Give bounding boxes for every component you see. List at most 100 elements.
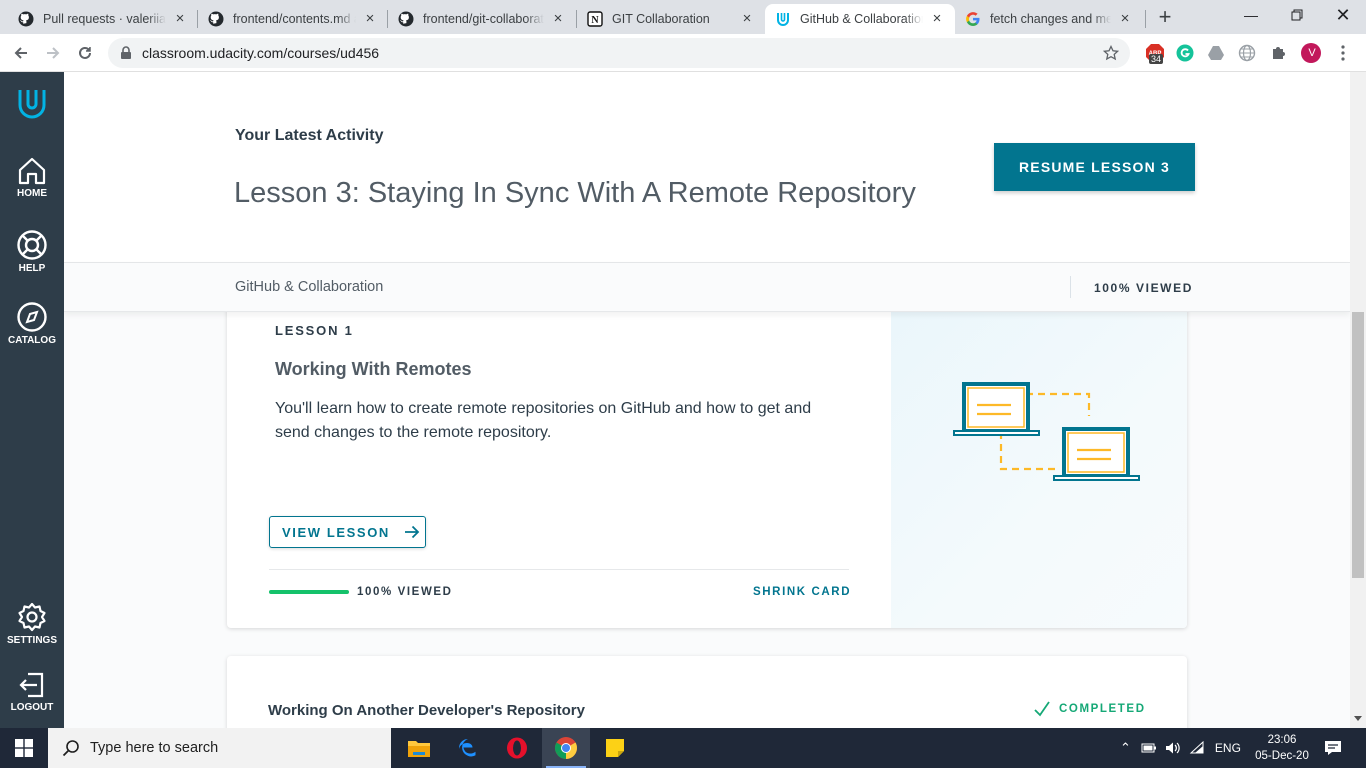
lesson-viewed-status: 100% VIEWED: [357, 586, 453, 598]
restore-icon[interactable]: [1274, 0, 1320, 32]
browser-tab[interactable]: frontend/git-collaborati ×: [388, 4, 576, 34]
windows-logo-icon: [15, 739, 33, 757]
reload-icon: [79, 46, 91, 59]
extensions-puzzle-icon[interactable]: [1269, 43, 1289, 63]
compass-icon: [17, 302, 47, 332]
browser-tab[interactable]: N GIT Collaboration ×: [577, 4, 765, 34]
sidebar-item-label: HELP: [18, 263, 46, 274]
notifications-icon[interactable]: [1324, 728, 1342, 768]
language-indicator[interactable]: ENG: [1215, 741, 1241, 755]
close-tab-icon[interactable]: ×: [929, 11, 945, 27]
close-tab-icon[interactable]: ×: [362, 11, 378, 27]
close-tab-icon[interactable]: ×: [550, 11, 566, 27]
chrome-icon[interactable]: [542, 728, 590, 768]
sidebar-item-label: SETTINGS: [6, 635, 57, 646]
volume-icon[interactable]: [1165, 741, 1181, 755]
browser-tab[interactable]: fetch changes and merg ×: [955, 4, 1143, 34]
globe-extension-icon[interactable]: [1237, 43, 1257, 63]
clock[interactable]: 23:06 05-Dec-20: [1250, 728, 1314, 768]
course-name: GitHub & Collaboration: [235, 279, 384, 295]
checkmark-icon: [1034, 701, 1050, 717]
search-placeholder: Type here to search: [90, 740, 219, 756]
adblock-extension-icon[interactable]: ABP 34: [1145, 43, 1165, 64]
opera-icon[interactable]: [493, 728, 541, 768]
sidebar-item-home[interactable]: HOME: [0, 156, 64, 199]
new-tab-button[interactable]: +: [1152, 6, 1178, 30]
sidebar-item-label: LOGOUT: [10, 702, 54, 713]
browser-tab-active[interactable]: GitHub & Collaboration ×: [765, 4, 955, 34]
minimize-icon[interactable]: —: [1228, 0, 1274, 32]
sidebar-item-label: HOME: [17, 188, 47, 199]
svg-text:N: N: [591, 15, 599, 26]
tab-title: frontend/git-collaborati: [423, 12, 544, 26]
browser-tab-strip: Pull requests · valeriiahr × frontend/co…: [0, 0, 1366, 34]
sidebar-item-logout[interactable]: LOGOUT: [0, 670, 64, 713]
udacity-icon: [775, 11, 791, 27]
grammarly-extension-icon[interactable]: [1175, 43, 1195, 63]
profile-avatar[interactable]: V: [1301, 43, 1321, 63]
start-button[interactable]: [0, 728, 48, 768]
profile-initial: V: [1308, 47, 1316, 59]
chevron-up-icon[interactable]: ⌃: [1120, 740, 1131, 756]
completed-label: COMPLETED: [1059, 703, 1146, 715]
resume-lesson-button[interactable]: RESUME LESSON 3: [994, 143, 1195, 191]
reload-button[interactable]: [72, 40, 98, 66]
notion-icon: N: [587, 11, 603, 27]
course-progress-bar: GitHub & Collaboration 100% VIEWED: [64, 263, 1350, 312]
sidebar-item-catalog[interactable]: CATALOG: [0, 301, 64, 346]
url-text: classroom.udacity.com/courses/ud456: [142, 45, 380, 61]
back-arrow-icon: [14, 47, 27, 59]
wifi-icon[interactable]: [1189, 741, 1205, 755]
shrink-card-button[interactable]: SHRINK CARD: [753, 586, 851, 598]
home-icon: [18, 157, 46, 185]
sticky-notes-icon[interactable]: [591, 728, 639, 768]
close-window-icon[interactable]: ✕: [1320, 0, 1366, 32]
browser-tab[interactable]: frontend/contents.md at ×: [198, 4, 388, 34]
udacity-sidebar: HOME HELP CATALOG SETTINGS LOGOUT: [0, 72, 64, 728]
logout-icon: [19, 672, 44, 698]
lesson-progress-fill: [269, 590, 349, 594]
close-tab-icon[interactable]: ×: [1117, 11, 1133, 27]
github-icon: [18, 11, 34, 27]
address-bar[interactable]: classroom.udacity.com/courses/ud456: [108, 38, 1130, 68]
divider: [1070, 276, 1071, 298]
tab-title: Pull requests · valeriiahr: [43, 12, 166, 26]
lesson-description: You'll learn how to create remote reposi…: [275, 400, 812, 441]
github-icon: [208, 11, 224, 27]
browser-menu-icon[interactable]: [1333, 43, 1353, 63]
sidebar-item-settings[interactable]: SETTINGS: [0, 601, 64, 646]
taskbar-search-box[interactable]: Type here to search: [48, 728, 391, 768]
extension-badge: 34: [1149, 54, 1164, 64]
forward-button[interactable]: [40, 40, 66, 66]
back-button[interactable]: [8, 40, 34, 66]
udacity-logo[interactable]: [0, 86, 64, 122]
close-tab-icon[interactable]: ×: [172, 11, 188, 27]
scroll-down-arrow-icon[interactable]: [1352, 714, 1364, 724]
lesson-title: Working With Remotes: [275, 359, 472, 379]
clock-date: 05-Dec-20: [1255, 750, 1309, 762]
tab-title: GIT Collaboration: [612, 12, 710, 26]
lesson-card: LESSON 1 Working With Remotes You'll lea…: [227, 294, 1187, 628]
bookmark-star-icon[interactable]: [1103, 45, 1119, 61]
lesson-number: LESSON 1: [275, 323, 354, 338]
gear-icon: [18, 602, 46, 632]
laptops-sync-illustration: [953, 382, 1140, 481]
drive-extension-icon[interactable]: [1206, 43, 1226, 63]
browser-toolbar: classroom.udacity.com/courses/ud456 ABP …: [0, 34, 1366, 72]
sidebar-item-help[interactable]: HELP: [0, 229, 64, 274]
file-explorer-icon[interactable]: [395, 728, 443, 768]
battery-icon[interactable]: [1141, 742, 1157, 754]
edge-icon[interactable]: [444, 728, 492, 768]
latest-activity-hero: Your Latest Activity Lesson 3: Staying I…: [64, 72, 1350, 263]
lock-icon: [121, 46, 131, 59]
browser-tab[interactable]: Pull requests · valeriiahr ×: [8, 4, 198, 34]
arrow-right-icon: [404, 525, 420, 539]
view-lesson-button[interactable]: VIEW LESSON: [269, 516, 426, 548]
latest-activity-label: Your Latest Activity: [235, 127, 384, 144]
close-tab-icon[interactable]: ×: [739, 11, 755, 27]
lesson-card: Working On Another Developer's Repositor…: [227, 656, 1187, 728]
forward-arrow-icon: [47, 47, 60, 59]
google-icon: [965, 11, 981, 27]
windows-taskbar: Type here to search ⌃ ENG 23:06 05-Dec-2…: [0, 728, 1366, 768]
scrollbar-thumb[interactable]: [1352, 312, 1364, 578]
